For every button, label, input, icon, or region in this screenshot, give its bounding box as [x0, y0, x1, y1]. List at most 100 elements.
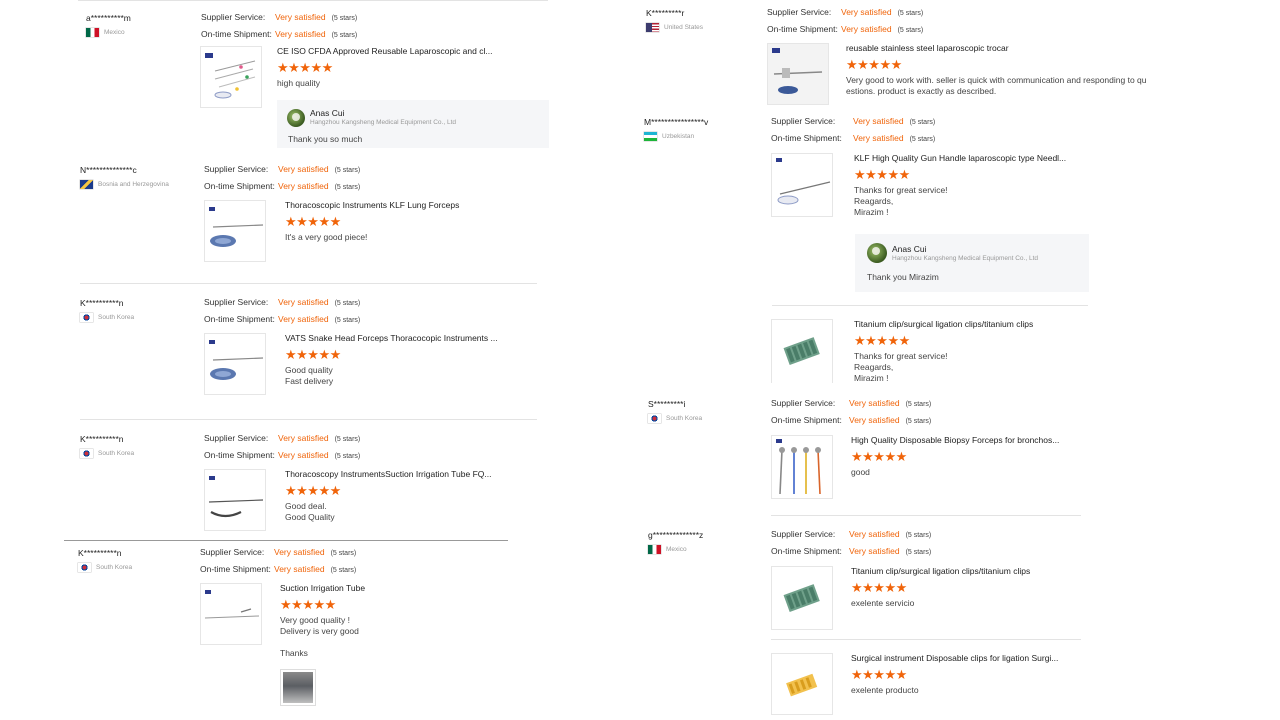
supplier-service-stars: (5 stars) [905, 532, 932, 539]
reviewer-info: S*********i South Korea [648, 398, 766, 423]
needle-holder-icon[interactable] [771, 153, 833, 217]
star-rating: ★★★★★ [846, 57, 902, 72]
supplier-service-stars: (5 stars) [897, 10, 924, 17]
ratings: Supplier Service: Very satisfied (5 stars)… [771, 527, 931, 560]
shipment-stars: (5 stars) [897, 26, 924, 34]
star-rating: ★★★★★ [277, 60, 333, 75]
reviewer-info: N**************c Bosnia and Herzegovina [80, 164, 198, 189]
supplier-service-value: Very satisfied [274, 547, 325, 557]
shipment-label: On-time Shipment: [771, 414, 842, 425]
reviewer-name: M****************v [644, 117, 709, 127]
product-title[interactable]: Thoracoscopic Instruments KLF Lung Force… [285, 200, 459, 211]
forceps-icon[interactable] [204, 200, 266, 262]
product-title[interactable]: Titanium clip/surgical ligation clips/ti… [851, 566, 1030, 577]
ratings: Supplier Service: Very satisfied (5 stars)… [204, 431, 360, 464]
review-card: g**************z Mexico Supplier Service… [648, 529, 1108, 719]
reply-text: Thank you Mirazim [867, 272, 939, 282]
reply-author-company: Hangzhou Kangsheng Medical Equipment Co.… [892, 254, 1038, 262]
reviewer-name: K**********n [80, 298, 124, 308]
review-comment: Good deal. Good Quality [285, 501, 335, 522]
shipment-stars: (5 stars) [331, 31, 358, 39]
star-rating: ★★★★★ [285, 214, 341, 229]
shipment-label: On-time Shipment: [204, 449, 275, 460]
supplier-service-stars: (5 stars) [334, 300, 361, 307]
supplier-reply: Anas Cui Hangzhou Kangsheng Medical Equi… [277, 100, 549, 148]
ratings: Supplier Service: Very satisfied (5 stars)… [201, 10, 357, 43]
ratings: Supplier Service: Very satisfied (5 stars)… [771, 396, 931, 429]
shipment-stars: (5 stars) [330, 566, 357, 574]
product-title[interactable]: VATS Snake Head Forceps Thoracocopic Ins… [285, 333, 498, 344]
uzbekistan-flag-icon [644, 132, 657, 141]
product-title[interactable]: Suction Irrigation Tube [280, 583, 365, 594]
star-rating: ★★★★★ [280, 597, 336, 612]
shipment-stars: (5 stars) [905, 417, 932, 425]
product-title[interactable]: reusable stainless steel laparoscopic tr… [846, 43, 1147, 54]
reviewer-country: South Korea [98, 450, 135, 457]
avatar [867, 243, 887, 263]
reviewer-country: Mexico [104, 29, 125, 36]
shipment-stars: (5 stars) [334, 452, 361, 460]
product-title[interactable]: KLF High Quality Gun Handle laparoscopic… [854, 153, 1066, 164]
ligation-clips-icon[interactable] [771, 653, 833, 715]
supplier-service-label: Supplier Service: [771, 529, 836, 539]
reply-author-name: Anas Cui [310, 108, 345, 118]
supplier-reply: Anas Cui Hangzhou Kangsheng Medical Equi… [855, 234, 1089, 292]
review-comment: It's a very good piece! [285, 232, 368, 242]
reviewer-country: Uzbekistan [662, 133, 695, 140]
reviewer-name: g**************z [648, 530, 704, 540]
reviewer-name: a**********m [86, 13, 131, 23]
united-states-flag-icon [646, 23, 659, 32]
product-title[interactable]: CE ISO CFDA Approved Reusable Laparoscop… [277, 46, 492, 57]
product-title[interactable]: High Quality Disposable Biopsy Forceps f… [851, 435, 1059, 446]
suction-tube-icon[interactable] [204, 469, 266, 531]
shipment-label: On-time Shipment: [200, 563, 271, 574]
shipment-value: Very satisfied [278, 449, 329, 460]
supplier-service-value: Very satisfied [853, 116, 904, 126]
titanium-clips-icon[interactable] [771, 319, 833, 383]
supplier-service-value: Very satisfied [275, 12, 326, 22]
supplier-service-value: Very satisfied [849, 529, 900, 539]
product-title[interactable]: Thoracoscopy InstrumentsSuction Irrigati… [285, 469, 491, 480]
supplier-service-stars: (5 stars) [334, 436, 361, 443]
avatar [287, 108, 305, 127]
review-card: K*********r United States Supplier Servi… [646, 7, 1166, 107]
reviewer-country: Bosnia and Herzegovina [98, 181, 169, 188]
laparoscopic-instruments-icon[interactable] [200, 46, 262, 108]
supplier-service-stars: (5 stars) [909, 119, 936, 126]
shipment-label: On-time Shipment: [767, 23, 838, 34]
review-card: M****************v Uzbekistan Supplier S… [644, 116, 1104, 386]
forceps-icon[interactable] [204, 333, 266, 395]
shipment-label: On-time Shipment: [771, 545, 842, 556]
shipment-value: Very satisfied [278, 313, 329, 324]
ratings: Supplier Service: Very satisfied (5 stars)… [204, 162, 360, 195]
product-title[interactable]: Surgical instrument Disposable clips for… [851, 653, 1058, 664]
product-title[interactable]: Titanium clip/surgical ligation clips/ti… [854, 319, 1033, 330]
biopsy-forceps-icon[interactable] [771, 435, 833, 499]
reviewer-country: United States [664, 24, 704, 31]
review-comment: high quality [277, 78, 321, 88]
reviewer-info: M****************v Uzbekistan [644, 116, 762, 141]
shipment-value: Very satisfied [841, 23, 892, 34]
shipment-stars: (5 stars) [909, 135, 936, 143]
supplier-service-value: Very satisfied [841, 7, 892, 17]
trocar-icon[interactable] [767, 43, 829, 105]
titanium-clips-icon[interactable] [771, 566, 833, 630]
review-comment: good [851, 467, 870, 477]
review-card: N**************c Bosnia and Herzegovina … [80, 164, 540, 274]
reviewer-info: K**********n South Korea [80, 297, 198, 322]
star-rating: ★★★★★ [285, 483, 341, 498]
review-card: K**********n South Korea Supplier Servic… [80, 433, 540, 537]
review-comment: exelente producto [851, 685, 919, 695]
review-photo[interactable] [280, 669, 316, 706]
supplier-service-value: Very satisfied [278, 297, 329, 307]
reviewer-name: N**************c [80, 165, 137, 175]
suction-tube-icon[interactable] [200, 583, 262, 645]
reviewer-country: South Korea [96, 564, 133, 571]
supplier-service-stars: (5 stars) [905, 401, 932, 408]
supplier-service-value: Very satisfied [849, 398, 900, 408]
bosnia-flag-icon [80, 180, 93, 189]
supplier-service-label: Supplier Service: [767, 7, 832, 17]
star-rating: ★★★★★ [851, 580, 907, 595]
reviewer-info: K*********r United States [646, 7, 764, 32]
supplier-service-stars: (5 stars) [334, 167, 361, 174]
